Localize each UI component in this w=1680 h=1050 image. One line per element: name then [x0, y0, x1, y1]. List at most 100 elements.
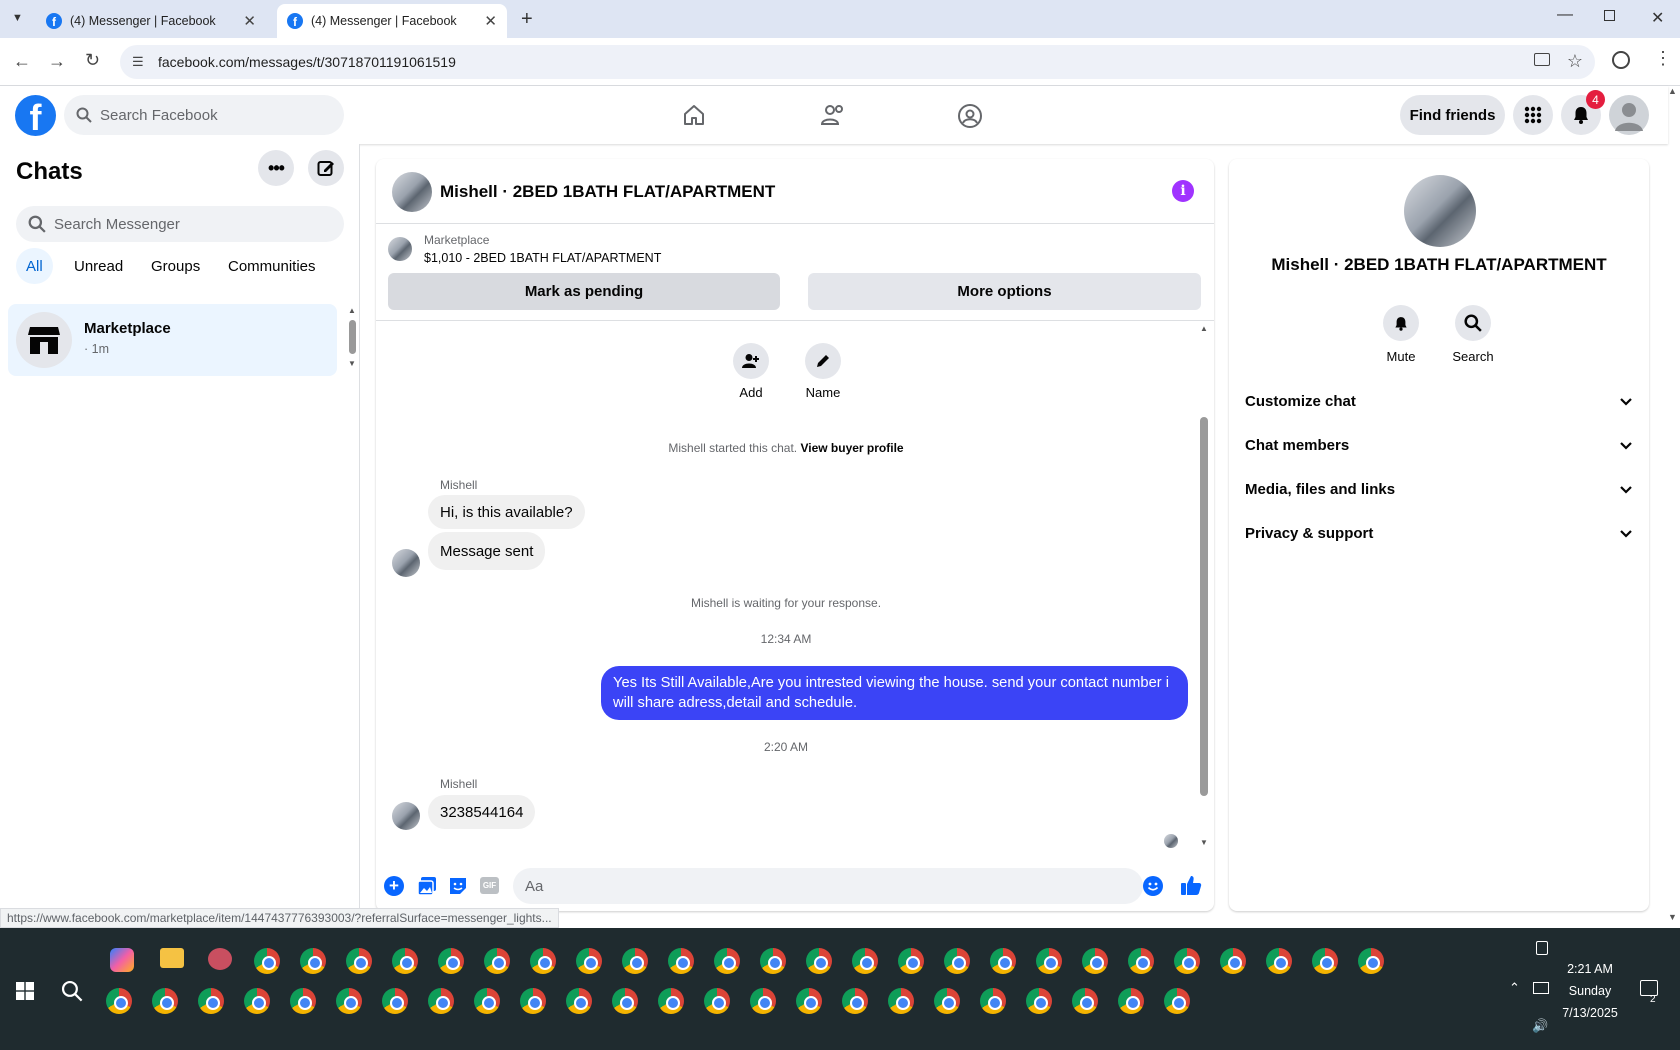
chrome-profile-icon[interactable]: [346, 948, 372, 974]
profile-icon[interactable]: [1612, 51, 1630, 69]
chrome-profile-icon[interactable]: [484, 948, 510, 974]
chrome-profile-icon[interactable]: [760, 948, 786, 974]
windows-start-icon[interactable]: [16, 982, 34, 1000]
copilot-app-icon[interactable]: [110, 948, 134, 972]
chrome-profile-icon[interactable]: [530, 948, 556, 974]
sticker-icon[interactable]: [448, 876, 468, 896]
conversation-title[interactable]: Mishell · 2BED 1BATH FLAT/APARTMENT: [440, 182, 775, 202]
account-avatar[interactable]: [1609, 95, 1649, 135]
show-hidden-icons-chevron[interactable]: ⌃: [1509, 980, 1520, 996]
chrome-profile-icon[interactable]: [428, 988, 454, 1014]
filter-groups[interactable]: Groups: [141, 248, 210, 284]
home-icon[interactable]: [682, 103, 706, 127]
browser-menu-icon[interactable]: ⋮: [1654, 48, 1672, 69]
file-explorer-icon[interactable]: [160, 948, 184, 968]
chrome-profile-icon[interactable]: [1082, 948, 1108, 974]
browser-tab-1[interactable]: f (4) Messenger | Facebook ✕: [36, 4, 266, 38]
conversation-scroll-up-icon[interactable]: ▲: [1200, 324, 1208, 333]
chrome-profile-icon[interactable]: [944, 948, 970, 974]
install-app-icon[interactable]: [1534, 53, 1550, 66]
facebook-search-input[interactable]: Search Facebook: [64, 95, 344, 135]
emoji-icon[interactable]: [1143, 876, 1163, 896]
chrome-profile-icon[interactable]: [382, 988, 408, 1014]
close-tab-icon[interactable]: ✕: [484, 12, 497, 30]
chrome-profile-icon[interactable]: [622, 948, 648, 974]
chrome-profile-icon[interactable]: [106, 988, 132, 1014]
close-tab-icon[interactable]: ✕: [243, 12, 256, 30]
chrome-profile-icon[interactable]: [704, 988, 730, 1014]
chrome-profile-icon[interactable]: [244, 988, 270, 1014]
chrome-profile-icon[interactable]: [658, 988, 684, 1014]
customize-chat-section[interactable]: Customize chat: [1245, 381, 1633, 421]
privacy-support-section[interactable]: Privacy & support: [1245, 513, 1633, 553]
more-actions-plus-icon[interactable]: +: [384, 876, 404, 896]
chrome-profile-icon[interactable]: [1128, 948, 1154, 974]
conversation-scroll-down-icon[interactable]: ▼: [1200, 838, 1208, 847]
find-friends-button[interactable]: Find friends: [1400, 95, 1505, 135]
chrome-profile-icon[interactable]: [1036, 948, 1062, 974]
restore-icon[interactable]: [1604, 10, 1615, 21]
chrome-profile-icon[interactable]: [1072, 988, 1098, 1014]
incoming-message[interactable]: Hi, is this available?: [428, 495, 585, 529]
chrome-profile-icon[interactable]: [300, 948, 326, 974]
like-thumb-icon[interactable]: [1180, 874, 1202, 896]
chrome-profile-icon[interactable]: [392, 948, 418, 974]
facebook-logo-icon[interactable]: f: [15, 95, 56, 136]
chrome-profile-icon[interactable]: [842, 988, 868, 1014]
mute-action[interactable]: Mute: [1371, 305, 1431, 364]
view-buyer-profile-link[interactable]: View buyer profile: [800, 441, 903, 455]
chrome-profile-icon[interactable]: [576, 948, 602, 974]
chrome-profile-icon[interactable]: [1026, 988, 1052, 1014]
add-people-action[interactable]: Add: [721, 343, 781, 400]
chrome-profile-icon[interactable]: [290, 988, 316, 1014]
chrome-profile-icon[interactable]: [668, 948, 694, 974]
message-input[interactable]: Aa: [513, 868, 1143, 904]
messenger-search-input[interactable]: Search Messenger: [16, 206, 344, 242]
chrome-profile-icon[interactable]: [934, 988, 960, 1014]
new-tab-icon[interactable]: +: [521, 8, 533, 31]
system-clock[interactable]: 2:21 AM Sunday 7/13/2025: [1545, 958, 1635, 1024]
chrome-profile-icon[interactable]: [474, 988, 500, 1014]
new-message-button[interactable]: [308, 150, 344, 186]
chrome-profile-icon[interactable]: [1164, 988, 1190, 1014]
chrome-profile-icon[interactable]: [1312, 948, 1338, 974]
conversation-info-icon[interactable]: i: [1172, 180, 1194, 202]
listing-title[interactable]: $1,010 - 2BED 1BATH FLAT/APARTMENT: [424, 251, 661, 265]
contact-avatar[interactable]: [392, 172, 432, 212]
chrome-profile-icon[interactable]: [806, 948, 832, 974]
chrome-profile-icon[interactable]: [198, 988, 224, 1014]
chrome-profile-icon[interactable]: [1220, 948, 1246, 974]
browser-tab-2[interactable]: f (4) Messenger | Facebook ✕: [277, 4, 507, 38]
chrome-profile-icon[interactable]: [566, 988, 592, 1014]
chatlist-scrollbar-thumb[interactable]: [349, 320, 356, 354]
chrome-profile-icon[interactable]: [714, 948, 740, 974]
chrome-profile-icon[interactable]: [520, 988, 546, 1014]
search-in-conversation-action[interactable]: Search: [1443, 305, 1503, 364]
reload-icon[interactable]: ↻: [85, 50, 100, 71]
chrome-profile-icon[interactable]: [990, 948, 1016, 974]
media-files-links-section[interactable]: Media, files and links: [1245, 469, 1633, 509]
chrome-profile-icon[interactable]: [254, 948, 280, 974]
filter-all[interactable]: All: [16, 248, 53, 284]
attach-photo-icon[interactable]: [417, 876, 437, 896]
menu-grid-button[interactable]: [1513, 95, 1553, 135]
page-scroll-up-icon[interactable]: ▲: [1668, 86, 1677, 96]
tab-search-icon[interactable]: ▼: [12, 12, 23, 24]
chatlist-scroll-down-icon[interactable]: ▼: [348, 359, 356, 368]
incoming-message[interactable]: Message sent: [428, 532, 546, 570]
outgoing-message[interactable]: Yes Its Still Available,Are you intreste…: [601, 666, 1188, 720]
chat-list-item-marketplace[interactable]: Marketplace · 1m: [8, 304, 337, 376]
listing-thumbnail[interactable]: [388, 237, 412, 261]
bookmark-star-icon[interactable]: ☆: [1567, 51, 1583, 72]
address-bar[interactable]: ☰ facebook.com/messages/t/30718701191061…: [120, 45, 1595, 79]
chrome-profile-icon[interactable]: [898, 948, 924, 974]
filter-unread[interactable]: Unread: [64, 248, 133, 284]
chrome-profile-icon[interactable]: [1118, 988, 1144, 1014]
chrome-profile-icon[interactable]: [1358, 948, 1384, 974]
groups-icon[interactable]: [957, 103, 983, 129]
mark-as-pending-button[interactable]: Mark as pending: [388, 273, 780, 310]
chrome-profile-icon[interactable]: [612, 988, 638, 1014]
gif-icon[interactable]: GIF: [480, 877, 499, 894]
back-icon[interactable]: ←: [13, 51, 31, 72]
page-scroll-down-icon[interactable]: ▼: [1668, 912, 1677, 922]
